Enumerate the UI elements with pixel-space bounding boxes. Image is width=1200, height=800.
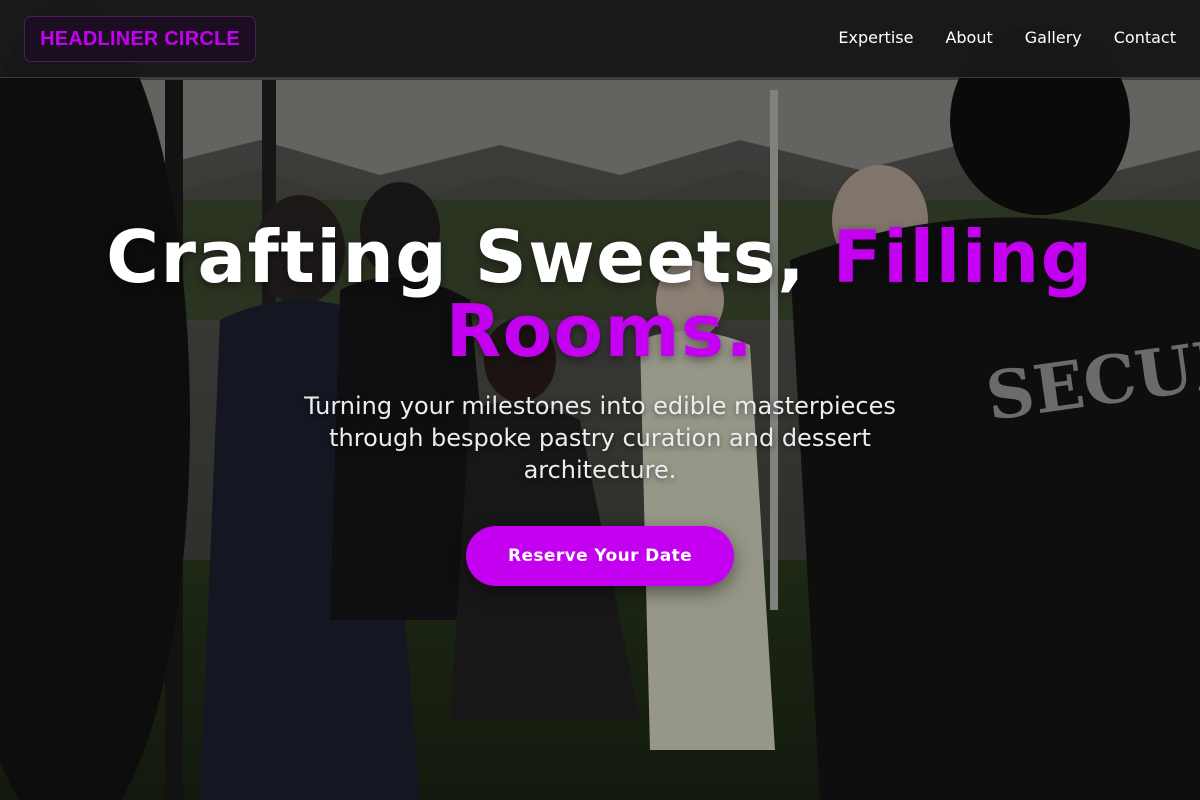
main-nav: Expertise About Gallery Contact [838,28,1176,48]
nav-link-expertise[interactable]: Expertise [838,28,913,48]
nav-link-gallery[interactable]: Gallery [1025,28,1082,48]
hero-subtitle: Turning your milestones into edible mast… [304,392,896,484]
hero-title-main: Crafting Sweets, [106,215,833,299]
reserve-date-button[interactable]: Reserve Your Date [466,526,734,586]
site-header: HEADLINER CIRCLE Expertise About Gallery… [0,0,1200,78]
nav-link-contact[interactable]: Contact [1114,28,1176,48]
landing-page: SECURITY HEADLINER CIRCLE Expertise Abou… [0,0,1200,800]
hero-title: Crafting Sweets, Filling Rooms. [0,220,1200,368]
hero-section: Crafting Sweets, Filling Rooms. Turning … [0,220,1200,586]
nav-link-about[interactable]: About [945,28,992,48]
brand-logo[interactable]: HEADLINER CIRCLE [24,16,256,62]
